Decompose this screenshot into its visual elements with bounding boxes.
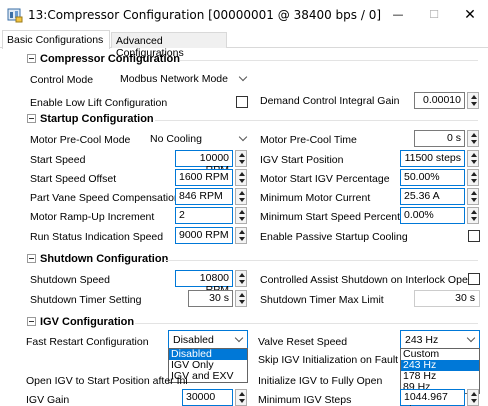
startup-group-header[interactable]: Startup Configuration xyxy=(27,113,154,125)
skip-igv-label: Skip IGV Initialization on Fault xyxy=(258,354,399,366)
shutdown-speed-spinner[interactable] xyxy=(235,270,247,287)
valve-reset-dropdown: Custom 243 Hz 178 Hz 89 Hz xyxy=(400,348,480,394)
min-start-speed-pct-input[interactable]: 0.00% xyxy=(400,207,465,224)
part-vane-input[interactable]: 846 RPM xyxy=(175,188,233,205)
shutdown-speed-input[interactable]: 10800 RPM xyxy=(175,270,233,296)
chevron-down-icon xyxy=(234,333,244,343)
tab-strip: Basic Configurations Advanced Configurat… xyxy=(0,30,488,59)
demand-gain-spinner[interactable] xyxy=(467,92,479,109)
ramp-up-label: Motor Ramp-Up Increment xyxy=(30,211,155,223)
shutdown-speed-label: Shutdown Speed xyxy=(30,274,110,286)
group-title: Shutdown Configuration xyxy=(40,253,169,265)
motor-start-igv-label: Motor Start IGV Percentage xyxy=(260,173,390,185)
precool-mode-value: No Cooling xyxy=(150,133,202,145)
min-igv-steps-label: Minimum IGV Steps xyxy=(258,394,352,406)
min-igv-steps-spinner[interactable] xyxy=(467,389,479,406)
ramp-up-spinner[interactable] xyxy=(235,207,247,224)
start-speed-offset-input[interactable]: 1600 RPM xyxy=(175,169,233,186)
group-divider xyxy=(135,323,478,324)
timer-setting-label: Shutdown Timer Setting xyxy=(30,294,142,306)
tab-advanced-configurations[interactable]: Advanced Configurations xyxy=(111,32,227,59)
collapse-icon[interactable] xyxy=(27,54,36,63)
group-divider xyxy=(165,260,478,261)
part-vane-label: Part Vane Speed Compensation xyxy=(30,192,180,204)
start-speed-offset-spinner[interactable] xyxy=(235,169,247,186)
group-divider xyxy=(155,120,478,121)
start-speed-input[interactable]: 10000 RPM xyxy=(175,150,233,176)
low-lift-checkbox[interactable] xyxy=(236,96,248,108)
controlled-assist-label: Controlled Assist Shutdown on Interlock … xyxy=(260,274,474,286)
demand-gain-label: Demand Control Integral Gain xyxy=(260,95,400,107)
close-button[interactable]: ✕ xyxy=(452,0,488,30)
control-mode-select[interactable]: Modbus Network Mode xyxy=(116,70,251,89)
fast-restart-select[interactable]: Disabled xyxy=(168,330,248,349)
precool-time-input[interactable]: 0 s xyxy=(414,130,465,147)
igv-start-pos-spinner[interactable] xyxy=(467,150,479,167)
timer-max-value: 30 s xyxy=(414,290,480,307)
igv-gain-spinner[interactable] xyxy=(235,389,247,406)
min-motor-current-label: Minimum Motor Current xyxy=(260,192,371,204)
igv-group-header[interactable]: IGV Configuration xyxy=(27,316,134,328)
demand-gain-input[interactable]: 0.00010 xyxy=(414,92,465,109)
collapse-icon[interactable] xyxy=(27,114,36,123)
min-start-speed-pct-spinner[interactable] xyxy=(467,207,479,224)
maximize-button[interactable]: ☐ xyxy=(416,0,452,30)
group-divider xyxy=(180,60,478,61)
group-title: IGV Configuration xyxy=(40,316,135,328)
min-igv-steps-input[interactable]: 1044.967 step xyxy=(400,389,465,406)
motor-start-igv-spinner[interactable] xyxy=(467,169,479,186)
chevron-down-icon xyxy=(466,333,476,343)
chevron-down-icon xyxy=(238,72,248,82)
motor-start-igv-input[interactable]: 50.00% xyxy=(400,169,465,186)
timer-setting-input[interactable]: 30 s xyxy=(188,290,233,307)
igv-gain-label: IGV Gain xyxy=(26,394,70,406)
fast-restart-label: Fast Restart Configuration xyxy=(26,336,149,348)
precool-mode-label: Motor Pre-Cool Mode xyxy=(30,134,131,146)
controlled-assist-checkbox[interactable] xyxy=(468,273,480,285)
valve-reset-label: Valve Reset Speed xyxy=(258,336,348,348)
group-title: Compressor Configuration xyxy=(40,53,180,65)
tab-basic-configurations[interactable]: Basic Configurations xyxy=(2,30,110,49)
valve-reset-select[interactable]: 243 Hz xyxy=(400,330,480,349)
passive-cooling-label: Enable Passive Startup Cooling xyxy=(260,231,408,243)
control-mode-value: Modbus Network Mode xyxy=(120,73,228,85)
init-igv-label: Initialize IGV to Fully Open xyxy=(258,375,383,387)
shutdown-group-header[interactable]: Shutdown Configuration xyxy=(27,253,168,265)
app-icon xyxy=(7,7,23,23)
title-bar: 13:Compressor Configuration [00000001 @ … xyxy=(0,0,488,30)
start-speed-label: Start Speed xyxy=(30,154,86,166)
group-title: Startup Configuration xyxy=(40,113,154,125)
igv-start-pos-label: IGV Start Position xyxy=(260,154,344,166)
run-status-spinner[interactable] xyxy=(235,227,247,244)
precool-mode-select[interactable]: No Cooling xyxy=(146,130,251,149)
open-igv-label: Open IGV to Start Position after Ini xyxy=(26,375,188,387)
run-status-input[interactable]: 9000 RPM xyxy=(175,227,233,244)
window-title: 13:Compressor Configuration [00000001 @ … xyxy=(28,8,382,22)
low-lift-label: Enable Low Lift Configuration xyxy=(30,97,168,109)
part-vane-spinner[interactable] xyxy=(235,188,247,205)
minimize-button[interactable]: — xyxy=(380,0,416,30)
min-motor-current-input[interactable]: 25.36 A xyxy=(400,188,465,205)
igv-start-pos-input[interactable]: 11500 steps xyxy=(400,150,465,167)
compressor-group-header[interactable]: Compressor Configuration xyxy=(27,53,180,65)
fast-restart-value: Disabled xyxy=(173,334,214,346)
control-mode-label: Control Mode xyxy=(30,74,94,86)
precool-time-spinner[interactable] xyxy=(467,130,479,147)
precool-time-label: Motor Pre-Cool Time xyxy=(260,134,357,146)
chevron-down-icon xyxy=(238,132,248,142)
run-status-label: Run Status Indication Speed xyxy=(30,231,164,243)
valve-reset-value: 243 Hz xyxy=(405,334,439,346)
passive-cooling-checkbox[interactable] xyxy=(468,230,480,242)
start-speed-offset-label: Start Speed Offset xyxy=(30,173,117,185)
start-speed-spinner[interactable] xyxy=(235,150,247,167)
min-start-speed-pct-label: Minimum Start Speed Percentage xyxy=(260,211,418,223)
igv-gain-input[interactable]: 30000 xyxy=(182,389,233,406)
collapse-icon[interactable] xyxy=(27,317,36,326)
ramp-up-input[interactable]: 2 xyxy=(175,207,233,224)
timer-setting-spinner[interactable] xyxy=(235,290,247,307)
collapse-icon[interactable] xyxy=(27,254,36,263)
min-motor-current-spinner[interactable] xyxy=(467,188,479,205)
timer-max-label: Shutdown Timer Max Limit xyxy=(260,294,384,306)
